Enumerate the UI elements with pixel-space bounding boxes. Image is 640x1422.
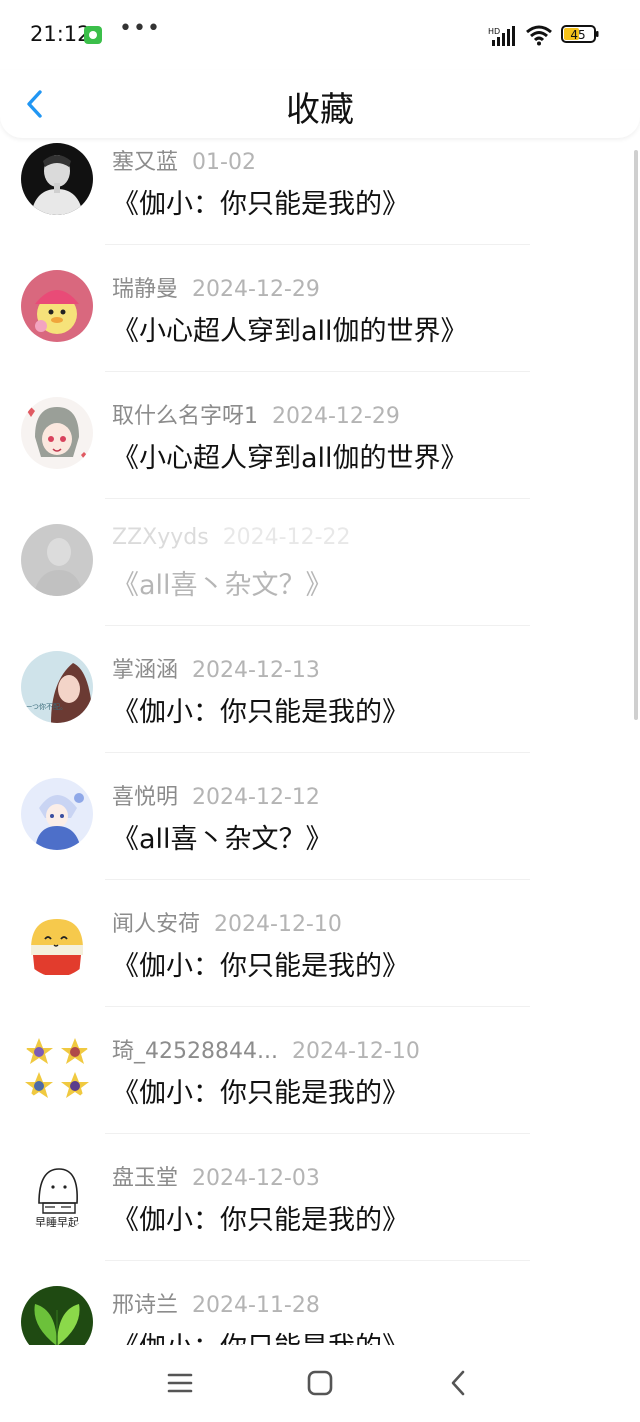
username[interactable]: 喜悦明 <box>112 785 178 810</box>
cell-signal-icon: HD <box>488 26 515 46</box>
item-meta: ZZXyyds 2024-12-22 <box>112 525 351 550</box>
scrollbar[interactable] <box>634 150 638 720</box>
work-title[interactable]: 《小心超人穿到all伽的世界》 <box>112 309 468 348</box>
item-meta: 喜悦明 2024-12-12 <box>112 779 320 811</box>
date: 2024-12-10 <box>291 1039 420 1064</box>
divider <box>105 1133 530 1134</box>
divider <box>105 625 530 626</box>
work-title[interactable]: 《小心超人穿到all伽的世界》 <box>112 436 468 475</box>
more-notifications-icon: ••• <box>119 16 161 41</box>
item-meta: 闻人安荷 2024-12-10 <box>112 906 342 938</box>
divider <box>105 498 530 499</box>
divider <box>105 879 530 880</box>
back-icon[interactable] <box>443 1367 475 1399</box>
date: 2024-12-12 <box>192 785 320 810</box>
date: 2024-12-22 <box>222 525 351 550</box>
date: 2024-11-28 <box>192 1293 320 1318</box>
avatar[interactable] <box>21 397 93 469</box>
battery-icon: 45 <box>561 25 599 43</box>
username[interactable]: 盘玉堂 <box>112 1166 178 1191</box>
wifi-icon <box>526 25 552 46</box>
item-meta: 盘玉堂 2024-12-03 <box>112 1160 320 1192</box>
page-header: 收藏 <box>0 70 640 138</box>
favorites-screen: 21:12 ••• HD 45 收藏 塞又蓝 01-02 《伽小：你只能是我的》… <box>0 0 640 1422</box>
avatar[interactable] <box>21 1286 93 1345</box>
list-item[interactable]: ZZXyyds 2024-12-22 《all喜丶杂文？》 <box>0 511 640 638</box>
username[interactable]: 取什么名字呀1 <box>112 404 258 429</box>
svg-text:45: 45 <box>570 28 585 42</box>
avatar[interactable]: 早睡早起 <box>21 1159 93 1231</box>
avatar[interactable] <box>21 524 93 596</box>
work-title[interactable]: 《伽小：你只能是我的》 <box>112 1198 409 1237</box>
menu-icon[interactable] <box>164 1367 196 1399</box>
page-title: 收藏 <box>286 90 354 130</box>
list-item[interactable]: 琦_42528844... 2024-12-10 《伽小：你只能是我的》 <box>0 1019 640 1146</box>
status-bar: 21:12 ••• HD 45 <box>0 0 640 70</box>
work-title[interactable]: 《伽小：你只能是我的》 <box>112 1325 409 1345</box>
list-item[interactable]: 喜悦明 2024-12-12 《all喜丶杂文？》 <box>0 765 640 892</box>
list-item[interactable]: 早睡早起 盘玉堂 2024-12-03 《伽小：你只能是我的》 <box>0 1146 640 1273</box>
list-item[interactable]: 邢诗兰 2024-11-28 《伽小：你只能是我的》 <box>0 1273 640 1345</box>
work-title[interactable]: 《伽小：你只能是我的》 <box>112 690 409 729</box>
list-item[interactable]: 取什么名字呀1 2024-12-29 《小心超人穿到all伽的世界》 <box>0 384 640 511</box>
date: 2024-12-13 <box>192 658 320 683</box>
item-meta: 塞又蓝 01-02 <box>112 144 256 176</box>
system-nav-bar <box>0 1345 640 1422</box>
avatar[interactable] <box>21 905 93 977</box>
home-icon[interactable] <box>304 1367 336 1399</box>
item-meta: 取什么名字呀1 2024-12-29 <box>112 398 400 430</box>
avatar[interactable]: 一つ你不配。 <box>21 651 93 723</box>
work-title[interactable]: 《all喜丶杂文？》 <box>112 817 333 856</box>
divider <box>105 1006 530 1007</box>
item-meta: 琦_42528844... 2024-12-10 <box>112 1033 420 1065</box>
item-meta: 瑞静曼 2024-12-29 <box>112 271 320 303</box>
username[interactable]: 瑞静曼 <box>112 277 178 302</box>
app-notification-icon <box>84 26 102 44</box>
avatar[interactable] <box>21 143 93 215</box>
work-title[interactable]: 《伽小：你只能是我的》 <box>112 1071 409 1110</box>
username[interactable]: 琦_42528844... <box>112 1039 278 1064</box>
list-item[interactable]: 塞又蓝 01-02 《伽小：你只能是我的》 <box>0 130 640 257</box>
svg-text:早睡早起: 早睡早起 <box>35 1216 79 1229</box>
item-meta: 邢诗兰 2024-11-28 <box>112 1287 320 1319</box>
divider <box>105 1260 530 1261</box>
date: 2024-12-10 <box>214 912 342 937</box>
work-title[interactable]: 《伽小：你只能是我的》 <box>112 944 409 983</box>
username[interactable]: 塞又蓝 <box>112 150 178 175</box>
username[interactable]: ZZXyyds <box>112 525 209 550</box>
divider <box>105 371 530 372</box>
work-title[interactable]: 《all喜丶杂文？》 <box>112 563 333 602</box>
username[interactable]: 掌涵涵 <box>112 658 178 683</box>
username[interactable]: 邢诗兰 <box>112 1293 178 1318</box>
list-item[interactable]: 瑞静曼 2024-12-29 《小心超人穿到all伽的世界》 <box>0 257 640 384</box>
date: 2024-12-29 <box>192 277 320 302</box>
date: 2024-12-29 <box>272 404 400 429</box>
list-item[interactable]: 一つ你不配。 掌涵涵 2024-12-13 《伽小：你只能是我的》 <box>0 638 640 765</box>
clock: 21:12 <box>30 22 91 46</box>
avatar[interactable] <box>21 270 93 342</box>
item-meta: 掌涵涵 2024-12-13 <box>112 652 320 684</box>
svg-text:HD: HD <box>488 27 500 36</box>
list-item[interactable]: 闻人安荷 2024-12-10 《伽小：你只能是我的》 <box>0 892 640 1019</box>
svg-text:一つ你不配。: 一つ你不配。 <box>25 702 67 711</box>
avatar[interactable] <box>21 778 93 850</box>
username[interactable]: 闻人安荷 <box>112 912 200 937</box>
divider <box>105 752 530 753</box>
avatar[interactable] <box>21 1032 93 1104</box>
date: 2024-12-03 <box>192 1166 320 1191</box>
work-title[interactable]: 《伽小：你只能是我的》 <box>112 182 409 221</box>
divider <box>105 244 530 245</box>
favorites-list[interactable]: 塞又蓝 01-02 《伽小：你只能是我的》 瑞静曼 2024-12-29 《小心… <box>0 130 640 1345</box>
date: 01-02 <box>192 150 256 175</box>
